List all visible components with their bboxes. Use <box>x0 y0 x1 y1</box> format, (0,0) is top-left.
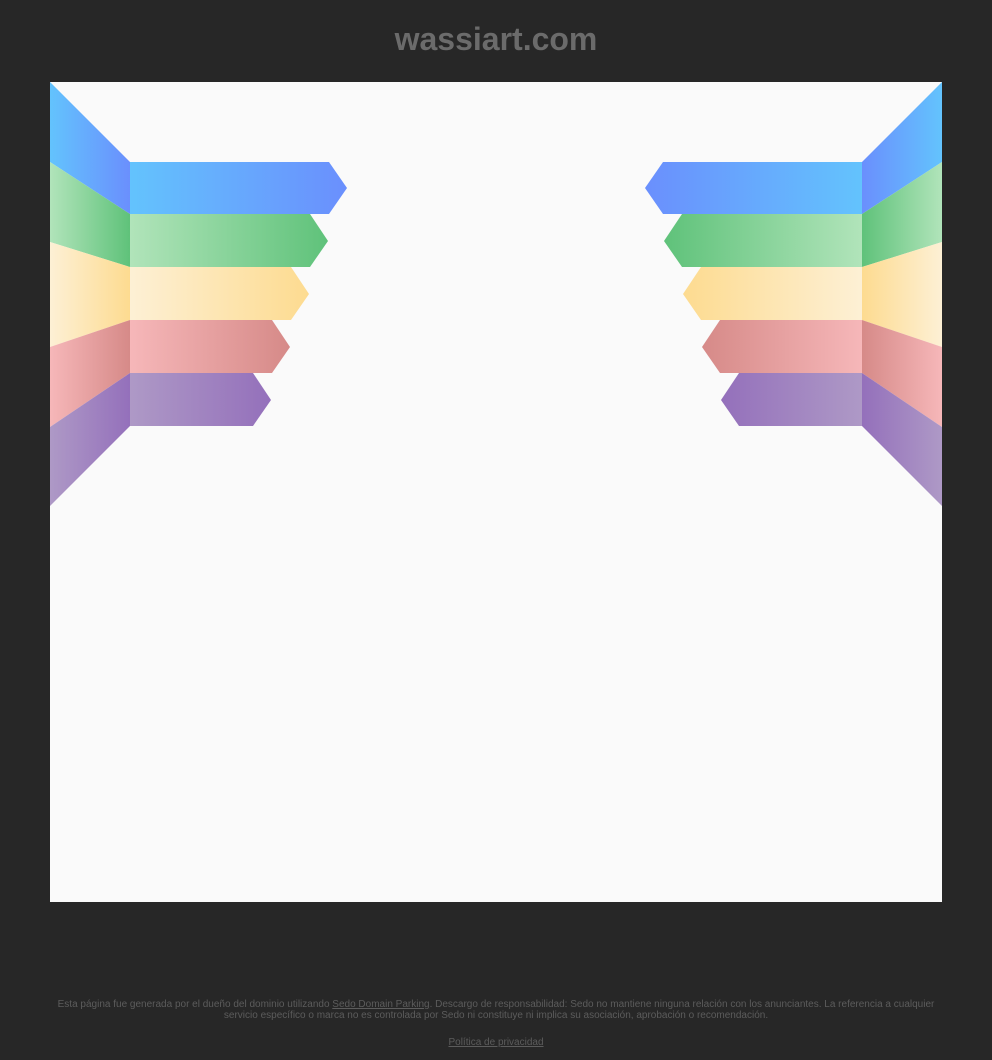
right-red-band <box>702 320 862 373</box>
wing-ribbons-artwork <box>50 82 942 506</box>
left-blue-band <box>130 162 347 214</box>
left-purple-band <box>130 373 271 426</box>
footer-disclaimer: Esta página fue generada por el dueño de… <box>50 999 942 1021</box>
left-yellow-band <box>130 267 309 320</box>
right-purple-band <box>721 373 862 426</box>
disclaimer-text-before: Esta página fue generada por el dueño de… <box>57 999 333 1010</box>
left-wing <box>50 82 347 506</box>
page-title: wassiart.com <box>394 21 598 57</box>
left-red-band <box>130 320 290 373</box>
content-panel <box>50 82 942 902</box>
left-green-band <box>130 214 328 267</box>
right-blue-band <box>645 162 862 214</box>
right-yellow-band <box>683 267 862 320</box>
privacy-section: Política de privacidad <box>0 1037 992 1049</box>
disclaimer-text: Esta página fue generada por el dueño de… <box>50 999 942 1021</box>
right-wing <box>645 82 942 506</box>
sedo-domain-parking-link[interactable]: Sedo Domain Parking <box>332 999 429 1010</box>
privacy-policy-link[interactable]: Política de privacidad <box>448 1037 543 1048</box>
right-green-band <box>664 214 862 267</box>
